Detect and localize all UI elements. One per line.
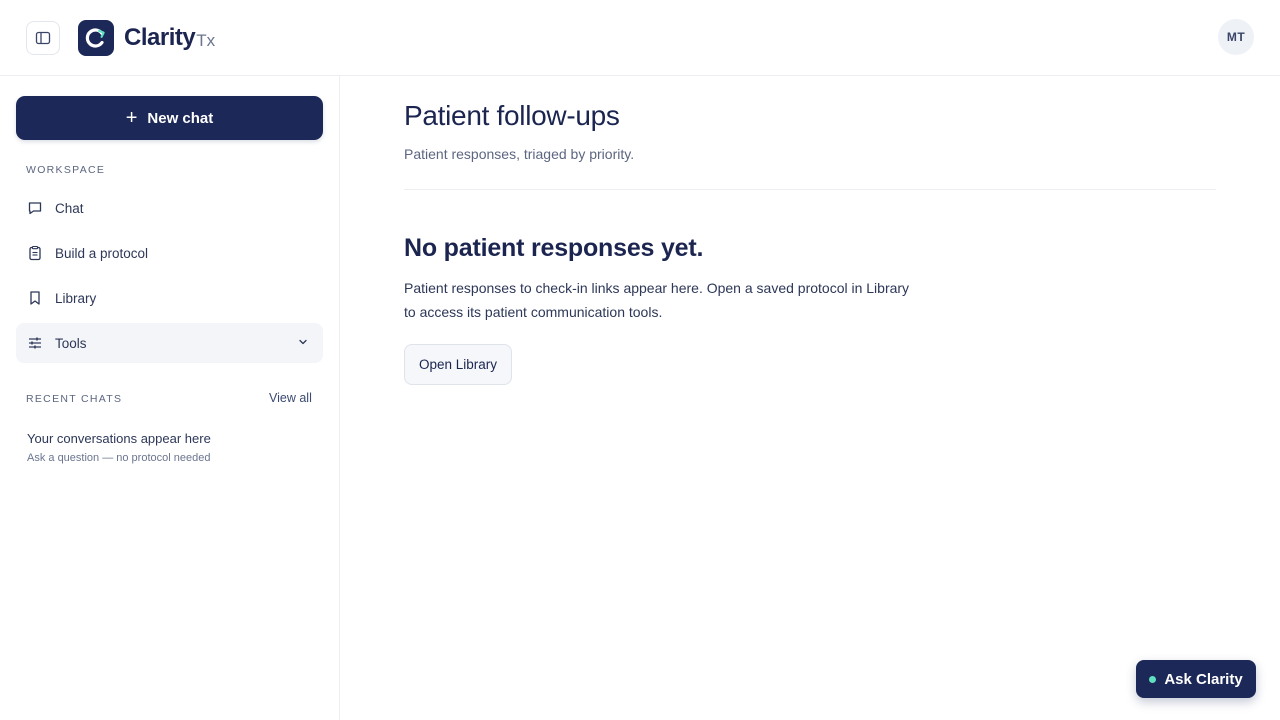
divider	[404, 189, 1216, 190]
sidebar-panel-icon	[35, 31, 51, 45]
chevron-down-icon	[297, 336, 309, 351]
recent-empty-subtitle: Ask a question — no protocol needed	[27, 452, 211, 464]
recent-empty-title: Your conversations appear here	[27, 431, 211, 446]
sidebar-item-label: Tools	[55, 335, 87, 351]
ask-clarity-label: Ask Clarity	[1164, 670, 1243, 688]
sliders-icon	[27, 335, 43, 351]
top-header: Clarity Tx MT	[0, 0, 1280, 76]
new-chat-button[interactable]: + New chat	[16, 96, 323, 140]
sidebar-item-label: Chat	[55, 200, 84, 216]
sidebar: + New chat WORKSPACE Chat Build a protoc…	[0, 76, 340, 720]
page-title: Patient follow-ups	[404, 100, 620, 131]
empty-state-body: Patient responses to check-in links appe…	[404, 280, 910, 320]
status-dot-icon	[1149, 675, 1157, 683]
sidebar-item-label: Build a protocol	[55, 245, 149, 261]
ask-clarity-button[interactable]: Ask Clarity	[1136, 660, 1256, 698]
new-chat-label: New chat	[147, 109, 214, 127]
view-all-link[interactable]: View all	[269, 391, 312, 405]
main-content: Patient follow-ups Patient responses, tr…	[340, 76, 1280, 720]
sidebar-toggle-button[interactable]	[26, 21, 60, 55]
brand-suffix: Tx	[196, 31, 216, 50]
workspace-section-label: WORKSPACE	[26, 164, 106, 176]
logo-mark-icon	[78, 20, 114, 56]
avatar[interactable]: MT	[1218, 19, 1254, 55]
sidebar-item-library[interactable]: Library	[16, 278, 323, 318]
clipboard-icon	[27, 245, 43, 261]
plus-icon: +	[125, 107, 138, 129]
sidebar-item-tools[interactable]: Tools	[16, 323, 323, 363]
chat-bubble-icon	[27, 200, 43, 216]
bookmark-icon	[27, 290, 43, 306]
sidebar-item-build-protocol[interactable]: Build a protocol	[16, 233, 323, 273]
brand-logo[interactable]: Clarity Tx	[78, 20, 215, 56]
page-subtitle: Patient responses, triaged by priority.	[404, 146, 635, 162]
recent-chats-section-label: RECENT CHATS	[26, 393, 123, 405]
sidebar-item-chat[interactable]: Chat	[16, 188, 323, 228]
brand-name: Clarity	[124, 24, 196, 51]
open-library-button[interactable]: Open Library	[404, 344, 513, 385]
sidebar-item-label: Library	[55, 290, 97, 306]
empty-state-title: No patient responses yet.	[404, 234, 704, 262]
